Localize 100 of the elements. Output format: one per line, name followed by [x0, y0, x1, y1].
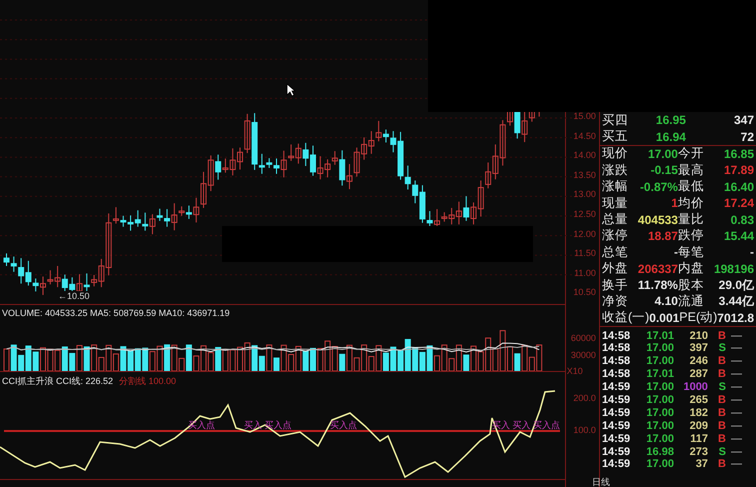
trade-price: 16.98: [645, 446, 674, 458]
cursor-icon: [286, 83, 296, 97]
trade-side: B: [716, 432, 726, 445]
trade-status-text: —: [730, 355, 742, 368]
quote-value: 15.44: [722, 228, 754, 243]
divider-legend: 分割线 100.00: [119, 375, 176, 388]
quote-value: 17.24: [722, 196, 754, 210]
price-axis-label: 11.50: [574, 248, 596, 258]
quote-label: 涨跌: [602, 162, 628, 179]
buy-signal-label: 买入点: [330, 419, 357, 432]
trade-volume: 117: [689, 432, 708, 445]
trade-side: B: [716, 368, 726, 380]
quote-value: 4.10: [654, 294, 678, 308]
quote-value: 0.001: [649, 310, 680, 325]
quote-value: -0.87%: [638, 180, 678, 194]
trade-time: 14:59: [602, 406, 632, 419]
trade-side: S: [718, 342, 726, 354]
trade-volume: 273: [688, 446, 708, 458]
trade-status-text: —: [730, 394, 742, 406]
quote-label: 最低: [678, 178, 704, 196]
volume-legend: VOLUME: 404533.25 MA5: 508769.59 MA10: 436971.19: [2, 308, 230, 318]
quote-value: 16.40: [722, 180, 754, 194]
trade-time: 14:58: [602, 330, 632, 342]
price-axis-label: 12.00: [573, 228, 596, 239]
trade-time: 14:59: [602, 446, 632, 458]
trade-side: S: [718, 446, 726, 458]
quote-label: 现量: [602, 194, 628, 212]
trade-status-text: —: [730, 381, 742, 394]
price-axis-label: 13.50: [573, 170, 596, 180]
quote-value: 7012.8: [717, 310, 754, 325]
quote-label: 今开: [678, 145, 704, 162]
trade-price: 17.00: [645, 458, 674, 470]
trade-price: 17.00: [645, 420, 674, 432]
quote-label: 外盘: [602, 260, 628, 278]
trade-side: B: [716, 420, 726, 432]
trade-volume: 182: [688, 406, 708, 419]
quote-label: 股本: [678, 276, 704, 294]
price-axis-label: 11.00: [574, 268, 596, 278]
trade-side: S: [718, 381, 726, 394]
trade-volume: 1000: [682, 381, 708, 394]
quote-value: 1: [670, 196, 678, 210]
trade-time: 14:58: [602, 342, 632, 354]
period-label: 日线: [592, 476, 610, 487]
bid-price: 16.94: [654, 130, 686, 144]
trade-status-text: —: [730, 342, 742, 354]
price-axis-label: 14.50: [573, 130, 596, 141]
trade-volume: 37: [694, 458, 708, 470]
volume-unit-label: X10: [566, 366, 583, 376]
quote-label: 跌停: [678, 227, 704, 244]
trade-time: 14:59: [602, 458, 632, 470]
trade-status-text: —: [730, 458, 742, 470]
quote-label: 净资: [602, 293, 628, 310]
trade-status-text: —: [730, 432, 742, 445]
price-axis-label: 13.00: [573, 189, 596, 200]
bid-volume: 72: [740, 130, 754, 144]
quote-label: 收益(一): [602, 309, 650, 326]
quote-label: 量比: [678, 211, 704, 228]
trade-status-text: —: [730, 406, 742, 419]
quote-value: -: [749, 245, 754, 260]
trade-price: 17.00: [645, 394, 674, 406]
volume-axis-label: 30000: [570, 350, 596, 360]
quote-value: 404533: [636, 212, 678, 227]
quote-value: -: [672, 245, 678, 260]
quote-label: 涨幅: [602, 178, 628, 196]
quote-label: 总量: [602, 211, 628, 228]
quote-label: 内盘: [678, 260, 704, 278]
price-axis-label: 10.50: [573, 287, 596, 298]
quote-value: 11.78%: [636, 278, 678, 292]
quote-label: 涨停: [602, 227, 628, 244]
trade-side: B: [716, 330, 726, 342]
trade-status-text: —: [730, 420, 742, 432]
trade-volume: 287: [688, 368, 708, 380]
bid-volume: 347: [732, 113, 754, 128]
trade-side: B: [716, 394, 726, 406]
trade-price: 17.00: [645, 355, 674, 368]
bid-label: 买五: [602, 128, 628, 146]
low-price-marker: ←10.50: [58, 291, 90, 301]
quote-label: 换手: [602, 276, 628, 294]
trade-time: 14:59: [602, 381, 632, 394]
trade-volume: 210: [688, 330, 708, 342]
trade-time: 14:59: [602, 420, 632, 432]
cci-axis-label: 100.0: [573, 425, 596, 435]
trade-side: B: [716, 458, 726, 470]
trade-volume: 209: [688, 420, 708, 432]
quote-label: 均价: [678, 194, 704, 212]
bid-price: 16.95: [654, 113, 686, 128]
quote-value: 17.89: [722, 163, 754, 178]
quote-value: 206337: [636, 262, 678, 276]
quote-value: 198196: [712, 262, 754, 276]
trade-status-text: —: [730, 330, 742, 342]
trade-price: 17.00: [645, 342, 674, 354]
trade-price: 17.00: [645, 406, 674, 419]
trade-side: B: [716, 406, 726, 419]
volume-axis-label: 60000: [570, 333, 596, 343]
quote-value: 17.00: [646, 146, 678, 161]
quote-label: PE(动): [679, 309, 718, 326]
buy-signal-label: 买入 买入点: [244, 419, 292, 432]
trade-volume: 246: [688, 355, 708, 368]
quote-value: -0.15: [650, 163, 678, 178]
quote-label: 流通: [678, 293, 704, 310]
